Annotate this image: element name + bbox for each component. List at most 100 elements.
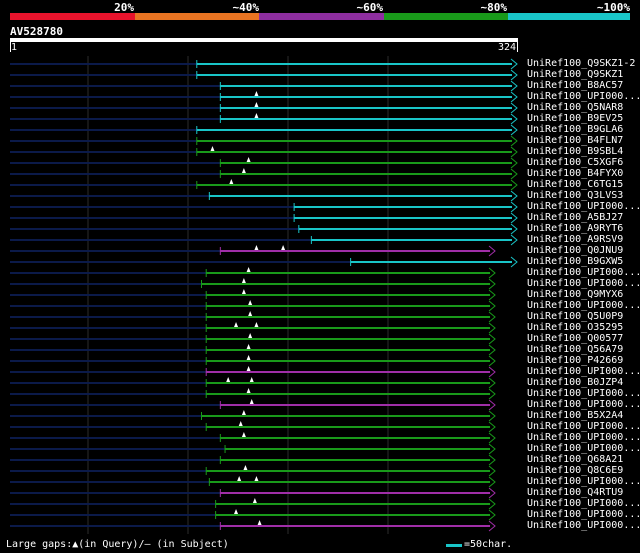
hit-row: [10, 212, 518, 224]
hit-label[interactable]: UniRef100_Q3LVS3: [527, 190, 623, 201]
hit-label[interactable]: UniRef100_Q8C6E9: [527, 465, 623, 476]
hit-row: [10, 366, 496, 378]
query-gap-marker: [241, 410, 246, 415]
query-gap-marker: [241, 278, 246, 283]
hit-row: [10, 278, 496, 290]
hit-label[interactable]: UniRef100_B4FYX0: [527, 168, 623, 179]
hit-label[interactable]: UniRef100_UPI000...: [527, 520, 640, 531]
hit-label[interactable]: UniRef100_B9GXW5: [527, 256, 623, 267]
hit-row: [10, 344, 496, 356]
hit-label[interactable]: UniRef100_B5X2A4: [527, 410, 623, 421]
legend-scale-unit: =50char.: [464, 539, 513, 550]
hit-label[interactable]: UniRef100_B8AC57: [527, 80, 623, 91]
query-gap-marker: [246, 344, 251, 349]
hit-label[interactable]: UniRef100_Q9SKZ1-2: [527, 58, 635, 69]
hit-label[interactable]: UniRef100_Q9SKZ1: [527, 69, 623, 80]
hit-row: [10, 322, 496, 334]
hit-label[interactable]: UniRef100_Q9MYX6: [527, 289, 623, 300]
hit-row: [10, 333, 496, 345]
query-gap-marker: [246, 267, 251, 272]
hit-label[interactable]: UniRef100_O35295: [527, 322, 623, 333]
hit-label[interactable]: UniRef100_C6TG15: [527, 179, 623, 190]
hit-label[interactable]: UniRef100_Q5U0P9: [527, 311, 623, 322]
query-gap-marker: [238, 421, 243, 426]
hit-label[interactable]: UniRef100_C5XGF6: [527, 157, 623, 168]
legend-gaps: Large gaps:▲(in Query)/– (in Subject): [6, 539, 229, 550]
query-gap-marker: [241, 432, 246, 437]
hit-label[interactable]: UniRef100_UPI000...: [527, 432, 640, 443]
hit-label[interactable]: UniRef100_UPI000...: [527, 399, 640, 410]
hit-label[interactable]: UniRef100_UPI000...: [527, 498, 640, 509]
query-gap-marker: [234, 322, 239, 327]
query-gap-marker: [254, 102, 259, 107]
hit-label[interactable]: UniRef100_UPI000...: [527, 509, 640, 520]
hit-row: [10, 201, 518, 213]
query-gap-marker: [252, 498, 257, 503]
hit-row: [10, 69, 518, 81]
query-gap-marker: [243, 465, 248, 470]
hit-row: [10, 399, 496, 411]
hit-row: [10, 179, 518, 191]
query-gap-marker: [254, 476, 259, 481]
hit-row: [10, 234, 518, 246]
query-gap-marker: [237, 476, 242, 481]
query-gap-marker: [246, 366, 251, 371]
hit-row: [10, 245, 496, 257]
query-gap-marker: [254, 91, 259, 96]
query-gap-marker: [246, 388, 251, 393]
hit-row: [10, 498, 496, 510]
hit-row: [10, 311, 496, 323]
hit-label[interactable]: UniRef100_P42669: [527, 355, 623, 366]
hit-row: [10, 289, 496, 301]
query-gap-marker: [229, 179, 234, 184]
hit-label[interactable]: UniRef100_Q0JNU9: [527, 245, 623, 256]
hit-row: [10, 190, 518, 202]
hit-label[interactable]: UniRef100_B0JZP4: [527, 377, 623, 388]
hit-label[interactable]: UniRef100_B4FLN7: [527, 135, 623, 146]
query-gap-marker: [257, 520, 262, 525]
hit-label[interactable]: UniRef100_A9RYT6: [527, 223, 623, 234]
legend-scale-swatch: [446, 544, 462, 547]
hit-row: [10, 300, 496, 312]
hit-row: [10, 168, 518, 180]
hit-label[interactable]: UniRef100_UPI000...: [527, 267, 640, 278]
hit-label[interactable]: UniRef100_Q4RTU9: [527, 487, 623, 498]
query-gap-marker: [246, 355, 251, 360]
hit-row: [10, 267, 496, 279]
query-gap-marker: [249, 377, 254, 382]
hit-row: [10, 520, 496, 532]
query-gap-marker: [248, 300, 253, 305]
hit-label[interactable]: UniRef100_B9GLA6: [527, 124, 623, 135]
query-gap-marker: [241, 168, 246, 173]
query-gap-marker: [226, 377, 231, 382]
hit-label[interactable]: UniRef100_Q56A79: [527, 344, 623, 355]
hit-row: [10, 91, 518, 103]
hit-row: [10, 421, 496, 433]
query-gap-marker: [254, 322, 259, 327]
hit-row: [10, 157, 518, 169]
hit-label[interactable]: UniRef100_UPI000...: [527, 201, 640, 212]
hit-row: [10, 135, 518, 147]
hit-row: [10, 102, 518, 114]
hit-label[interactable]: UniRef100_UPI000...: [527, 388, 640, 399]
hit-label[interactable]: UniRef100_Q00577: [527, 333, 623, 344]
query-gap-marker: [254, 245, 259, 250]
hit-label[interactable]: UniRef100_UPI000...: [527, 421, 640, 432]
hit-label[interactable]: UniRef100_A5BJ27: [527, 212, 623, 223]
query-gap-marker: [210, 146, 215, 151]
hit-label[interactable]: UniRef100_Q68A21: [527, 454, 623, 465]
hit-label[interactable]: UniRef100_UPI000...: [527, 278, 640, 289]
hit-row: [10, 80, 518, 92]
hit-label[interactable]: UniRef100_UPI000...: [527, 476, 640, 487]
hit-label[interactable]: UniRef100_UPI000...: [527, 443, 640, 454]
hit-label[interactable]: UniRef100_UPI000...: [527, 300, 640, 311]
hit-label[interactable]: UniRef100_UPI000...: [527, 91, 640, 102]
query-gap-marker: [281, 245, 286, 250]
hit-label[interactable]: UniRef100_B9EV25: [527, 113, 623, 124]
query-gap-marker: [248, 311, 253, 316]
hit-row: [10, 124, 518, 136]
hit-label[interactable]: UniRef100_UPI000...: [527, 366, 640, 377]
hit-label[interactable]: UniRef100_Q5NAR8: [527, 102, 623, 113]
hit-label[interactable]: UniRef100_B9SBL4: [527, 146, 623, 157]
hit-label[interactable]: UniRef100_A9RSV9: [527, 234, 623, 245]
